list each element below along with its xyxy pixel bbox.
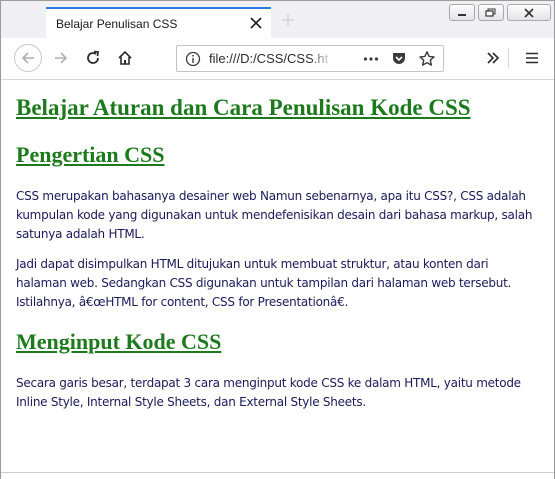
arrow-right-icon[interactable] <box>47 44 75 72</box>
navigation-toolbar: file:///D:/CSS/CSS.ht <box>1 38 554 80</box>
minimize-icon[interactable] <box>449 4 475 21</box>
plus-icon[interactable] <box>279 11 297 29</box>
window-bottom-edge <box>1 472 554 479</box>
section-heading-menginput: Menginput Kode CSS <box>16 329 222 354</box>
home-icon[interactable] <box>111 44 139 72</box>
browser-window: Belajar Penulisan CSS file:///D:/CSS/CSS… <box>0 0 555 479</box>
window-controls <box>449 4 551 21</box>
close-window-icon[interactable] <box>507 4 551 21</box>
double-chevron-icon[interactable] <box>479 44 507 72</box>
info-icon[interactable] <box>184 50 202 68</box>
paragraph-html-vs-css: Jadi dapat disimpulkan HTML ditujukan un… <box>16 257 512 309</box>
restore-icon[interactable] <box>478 4 504 21</box>
toolbar-divider <box>508 48 509 68</box>
tab-title: Belajar Penulisan CSS <box>56 17 178 31</box>
title-bar: Belajar Penulisan CSS <box>1 1 554 38</box>
pocket-icon[interactable] <box>390 50 408 68</box>
section-heading-pengertian: Pengertian CSS <box>16 142 165 167</box>
more-dots-icon[interactable] <box>362 50 380 68</box>
reload-icon[interactable] <box>79 44 107 72</box>
tab-belajar-penulisan-css[interactable]: Belajar Penulisan CSS <box>46 7 271 38</box>
arrow-left-icon[interactable] <box>14 44 42 72</box>
url-bar[interactable]: file:///D:/CSS/CSS.ht <box>176 45 444 72</box>
page-content: Belajar Aturan dan Cara Penulisan Kode C… <box>1 80 554 472</box>
paragraph-css-definition: CSS merupakan bahasanya desainer web Nam… <box>16 189 533 241</box>
star-icon[interactable] <box>418 50 436 68</box>
page-title: Belajar Aturan dan Cara Penulisan Kode C… <box>16 95 471 120</box>
paragraph-input-methods: Secara garis besar, terdapat 3 cara meng… <box>16 376 521 409</box>
hamburger-icon[interactable] <box>518 44 546 72</box>
url-fade <box>309 48 333 68</box>
close-icon[interactable] <box>247 14 265 32</box>
